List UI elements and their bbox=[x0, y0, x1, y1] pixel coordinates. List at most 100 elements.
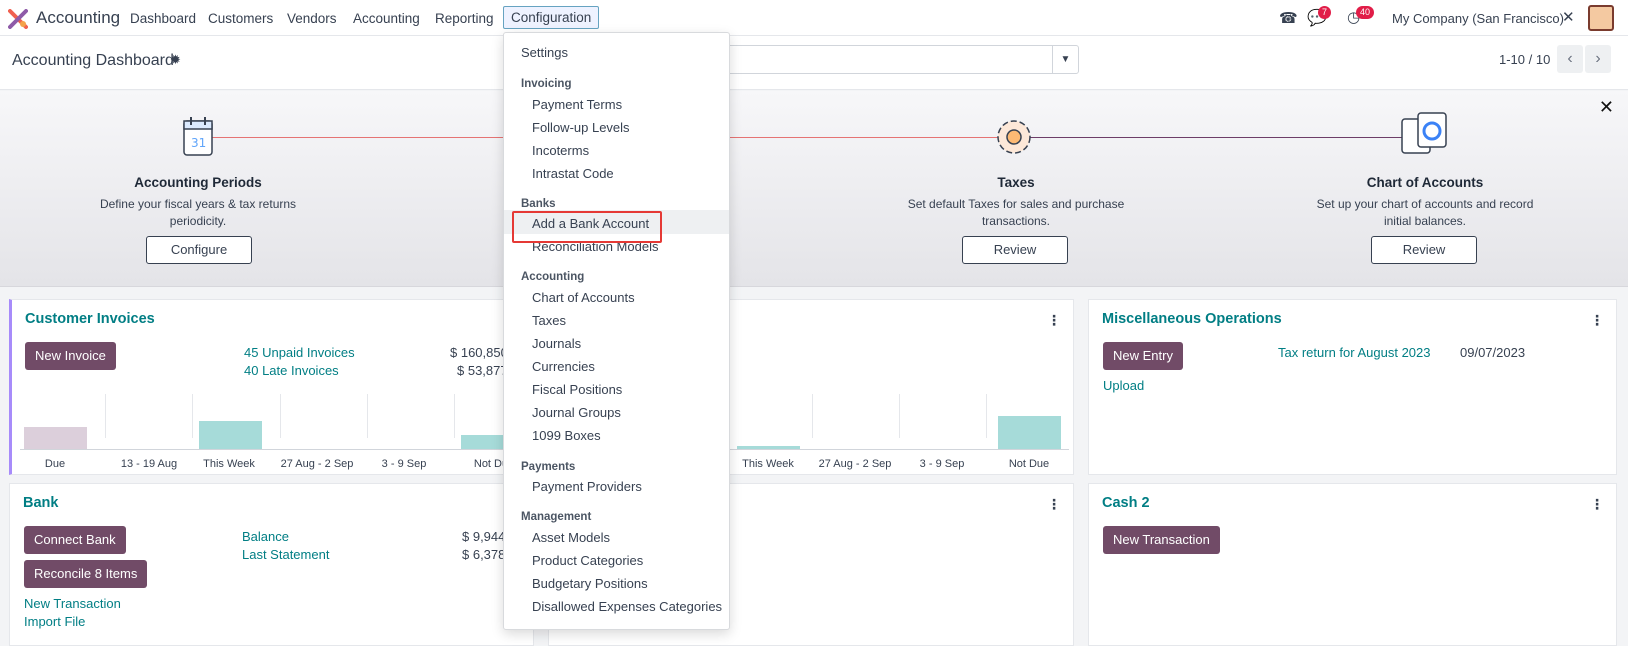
menu-item-fiscal-positions[interactable]: Fiscal Positions bbox=[532, 382, 622, 397]
balance-amount: $ 9,944 bbox=[462, 529, 506, 544]
chart-axis bbox=[729, 449, 1069, 450]
chart-bar-due[interactable] bbox=[24, 427, 87, 449]
chart-bar-not-due[interactable] bbox=[998, 416, 1061, 449]
card-menu-icon[interactable]: ⋮ bbox=[1590, 312, 1604, 329]
tax-return-date: 09/07/2023 bbox=[1460, 345, 1526, 360]
new-transaction-link[interactable]: New Transaction bbox=[24, 596, 121, 611]
progress-line-right bbox=[1012, 137, 1424, 138]
chart-bar-this-week[interactable] bbox=[199, 421, 262, 449]
app-name[interactable]: Accounting bbox=[36, 8, 120, 28]
review-chart-button[interactable]: Review bbox=[1371, 236, 1477, 264]
menu-item-disallowed-expenses-categories[interactable]: Disallowed Expenses Categories bbox=[532, 599, 722, 614]
pager-value[interactable]: 1-10 / 10 bbox=[1499, 52, 1550, 67]
tax-return-link[interactable]: Tax return for August 2023 bbox=[1278, 345, 1430, 360]
new-transaction-button[interactable]: New Transaction bbox=[1103, 526, 1220, 554]
customer-invoices-card: Customer Invoices New Invoice 45 Unpaid … bbox=[9, 299, 534, 475]
chart-of-accounts-icon bbox=[1401, 112, 1447, 154]
menu-vendors[interactable]: Vendors bbox=[287, 11, 337, 26]
import-file-link[interactable]: Import File bbox=[24, 614, 85, 629]
reconcile-items-button[interactable]: Reconcile 8 Items bbox=[24, 560, 148, 588]
card-title[interactable]: Bank bbox=[23, 495, 58, 511]
card-title[interactable]: Cash 2 bbox=[1102, 495, 1150, 511]
menu-dashboard[interactable]: Dashboard bbox=[130, 11, 196, 26]
section-heading: Banks bbox=[521, 198, 556, 210]
company-switcher[interactable]: My Company (San Francisco) bbox=[1392, 11, 1564, 26]
menu-item-follow-up-levels[interactable]: Follow-up Levels bbox=[532, 120, 630, 135]
menu-item-currencies[interactable]: Currencies bbox=[532, 359, 595, 374]
new-invoice-button[interactable]: New Invoice bbox=[25, 342, 116, 370]
menu-item-asset-models[interactable]: Asset Models bbox=[532, 530, 610, 545]
unpaid-invoices-link[interactable]: 45 Unpaid Invoices bbox=[244, 345, 355, 360]
step-description: transactions. bbox=[981, 214, 1051, 228]
chart-axis bbox=[20, 449, 530, 450]
search-input[interactable]: ▼ bbox=[700, 45, 1079, 74]
menu-item-settings[interactable]: Settings bbox=[521, 45, 568, 60]
menu-item-intrastat-code[interactable]: Intrastat Code bbox=[532, 166, 614, 181]
balance-link[interactable]: Balance bbox=[242, 529, 289, 544]
configure-button[interactable]: Configure bbox=[146, 236, 252, 264]
last-statement-link[interactable]: Last Statement bbox=[242, 547, 329, 562]
section-heading: Payments bbox=[521, 461, 576, 473]
phone-icon[interactable]: ☎ bbox=[1279, 9, 1298, 27]
card-menu-icon[interactable]: ⋮ bbox=[1047, 496, 1061, 513]
last-statement-amount: $ 6,378 bbox=[462, 547, 506, 562]
step-description: Set default Taxes for sales and purchase bbox=[907, 197, 1125, 211]
menu-item-journals[interactable]: Journals bbox=[532, 336, 581, 351]
grid-line bbox=[280, 394, 281, 438]
accounting-app-icon[interactable] bbox=[8, 9, 28, 29]
gear-icon bbox=[997, 120, 1031, 154]
x-tick-label: 3 - 9 Sep bbox=[919, 458, 965, 470]
svg-text:31: 31 bbox=[191, 136, 206, 150]
menu-item-chart-of-accounts[interactable]: Chart of Accounts bbox=[532, 290, 635, 305]
pager-next-button[interactable]: › bbox=[1585, 45, 1611, 73]
step-description: Set up your chart of accounts and record bbox=[1316, 197, 1534, 211]
connect-bank-button[interactable]: Connect Bank bbox=[24, 526, 126, 554]
x-tick-label: Due bbox=[44, 458, 66, 470]
menu-item-payment-terms[interactable]: Payment Terms bbox=[532, 97, 622, 112]
card-title[interactable]: Customer Invoices bbox=[25, 311, 155, 327]
chevron-down-icon[interactable]: ▼ bbox=[1052, 46, 1078, 73]
grid-line bbox=[105, 394, 106, 438]
menu-customers[interactable]: Customers bbox=[208, 11, 273, 26]
step-description: initial balances. bbox=[1383, 214, 1467, 228]
x-tick-label: Not Due bbox=[1008, 458, 1050, 470]
menu-item-1099-boxes[interactable]: 1099 Boxes bbox=[532, 428, 601, 443]
menu-configuration[interactable]: Configuration bbox=[503, 6, 600, 29]
review-taxes-button[interactable]: Review bbox=[962, 236, 1068, 264]
card-title[interactable]: Miscellaneous Operations bbox=[1102, 311, 1282, 327]
menu-item-incoterms[interactable]: Incoterms bbox=[532, 143, 589, 158]
user-avatar[interactable] bbox=[1588, 5, 1614, 31]
late-invoices-link[interactable]: 40 Late Invoices bbox=[244, 363, 339, 378]
menu-reporting[interactable]: Reporting bbox=[435, 11, 494, 26]
new-entry-button[interactable]: New Entry bbox=[1103, 342, 1183, 370]
menu-item-taxes[interactable]: Taxes bbox=[532, 313, 566, 328]
step-accounting-periods: Accounting Periods Define your fiscal ye… bbox=[98, 175, 298, 230]
x-tick-label: This Week bbox=[742, 458, 794, 470]
x-tick-label: This Week bbox=[203, 458, 255, 470]
gear-icon[interactable]: ✹ bbox=[170, 52, 181, 68]
step-taxes: Taxes Set default Taxes for sales and pu… bbox=[896, 175, 1136, 230]
debug-tools-icon[interactable]: ✕ bbox=[1562, 8, 1575, 26]
section-heading: Invoicing bbox=[521, 78, 572, 90]
menu-item-payment-providers[interactable]: Payment Providers bbox=[532, 479, 642, 494]
menu-item-journal-groups[interactable]: Journal Groups bbox=[532, 405, 621, 420]
step-title: Taxes bbox=[997, 175, 1035, 190]
section-heading: Accounting bbox=[521, 271, 585, 283]
upload-link[interactable]: Upload bbox=[1103, 378, 1144, 393]
misc-operations-card: Miscellaneous Operations ⋮ New Entry Upl… bbox=[1088, 299, 1617, 475]
close-icon[interactable]: ✕ bbox=[1599, 97, 1614, 118]
unpaid-amount: $ 160,850 bbox=[450, 345, 508, 360]
grid-line bbox=[812, 394, 813, 438]
onboarding-banner: ✕ 31 Accounting Periods Define your fisc… bbox=[0, 91, 1628, 287]
menu-item-budgetary-positions[interactable]: Budgetary Positions bbox=[532, 576, 648, 591]
pager-previous-button[interactable]: ‹ bbox=[1557, 45, 1583, 73]
configuration-dropdown: Settings Invoicing Payment Terms Follow-… bbox=[503, 32, 730, 630]
bank-card: Bank Connect Bank Reconcile 8 Items New … bbox=[9, 483, 534, 646]
menu-item-product-categories[interactable]: Product Categories bbox=[532, 553, 643, 568]
control-panel: Accounting Dashboard ✹ ▼ 1-10 / 10 ‹ › bbox=[0, 36, 1628, 90]
card-menu-icon[interactable]: ⋮ bbox=[1047, 312, 1061, 329]
page-title: Accounting Dashboard bbox=[12, 52, 174, 69]
top-navbar: Accounting Dashboard Customers Vendors A… bbox=[0, 0, 1628, 36]
menu-accounting[interactable]: Accounting bbox=[353, 11, 420, 26]
card-menu-icon[interactable]: ⋮ bbox=[1590, 496, 1604, 513]
